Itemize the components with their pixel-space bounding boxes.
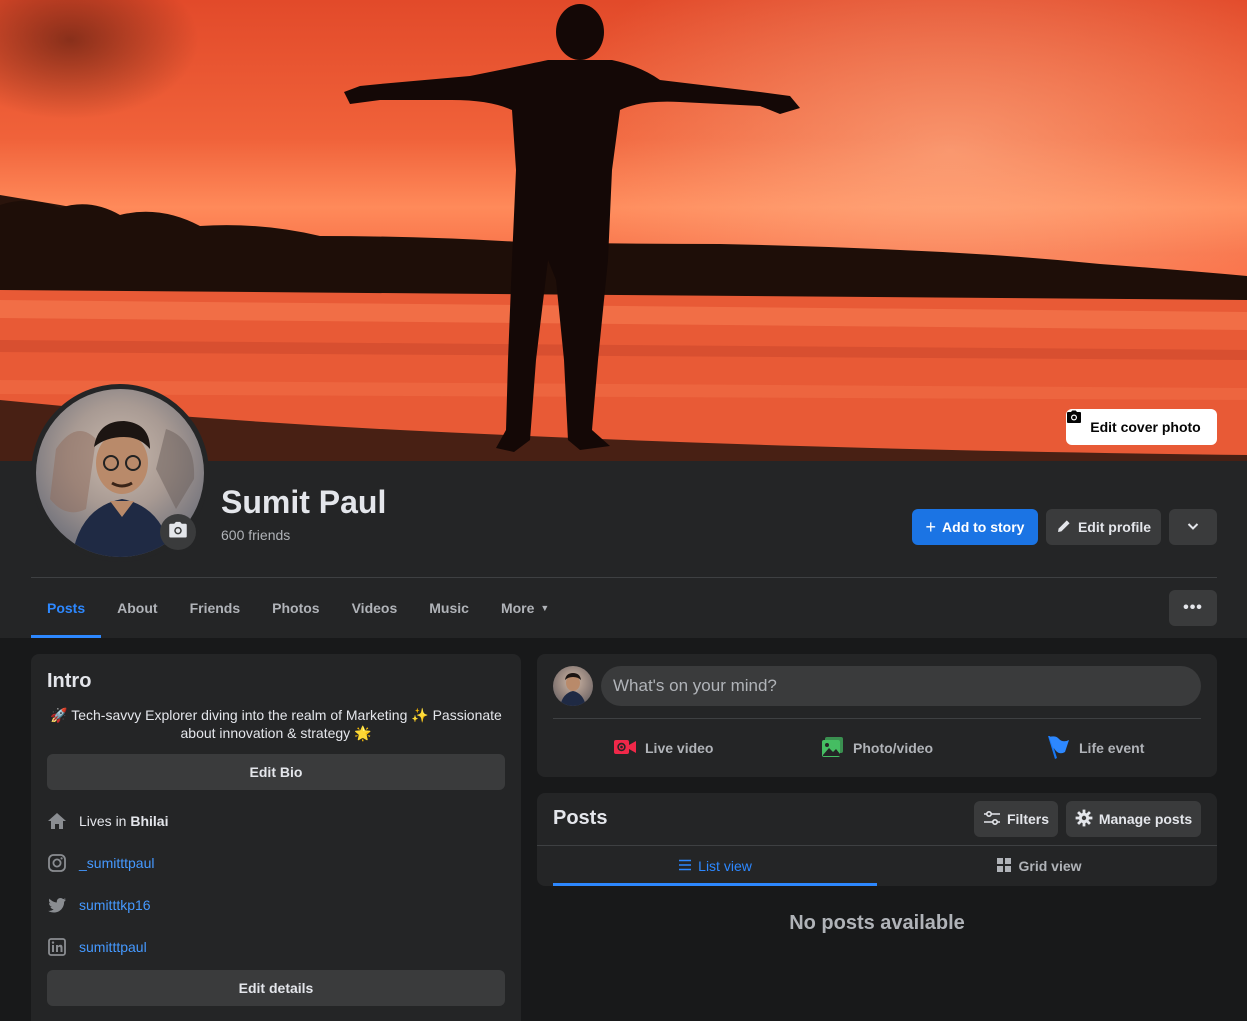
add-to-story-label: Add to story — [942, 519, 1025, 535]
composer-divider — [553, 718, 1201, 719]
update-profile-picture-button[interactable] — [160, 514, 196, 550]
edit-bio-label: Edit Bio — [249, 764, 303, 780]
lives-in-city[interactable]: Bhilai — [130, 813, 168, 829]
no-posts-message: No posts available — [789, 912, 965, 934]
manage-posts-label: Manage posts — [1098, 811, 1193, 827]
intro-card: Intro 🚀 Tech-savvy Explorer diving into … — [31, 654, 521, 1021]
grid-view-label: Grid view — [1018, 858, 1082, 874]
tab-posts[interactable]: Posts — [31, 578, 102, 638]
ellipsis-icon: ••• — [1183, 599, 1203, 616]
edit-cover-photo-button[interactable]: Edit cover photo — [1066, 409, 1217, 445]
filters-label: Filters — [1006, 811, 1049, 827]
intro-title: Intro — [47, 670, 92, 692]
lives-in-prefix: Lives in — [79, 813, 127, 829]
edit-details-label: Edit details — [238, 980, 314, 996]
tab-more[interactable]: More ▼ — [485, 578, 565, 638]
profile-tabs: Posts About Friends Photos Videos Music … — [31, 578, 565, 638]
whats-on-your-mind-input[interactable]: What's on your mind? — [601, 666, 1201, 706]
grid-view-tab[interactable]: Grid view — [877, 846, 1201, 886]
live-video-button[interactable]: Live video — [613, 730, 713, 766]
post-composer: What's on your mind? Live video Photo/vi… — [537, 654, 1217, 777]
instagram-icon — [47, 853, 67, 873]
instagram-row: _sumitttpaul — [47, 853, 154, 873]
cover-scene — [0, 4, 1247, 461]
posts-title: Posts — [553, 807, 608, 829]
flag-icon — [1045, 734, 1071, 763]
edit-profile-button[interactable]: Edit profile — [1046, 509, 1161, 545]
composer-avatar[interactable] — [553, 666, 593, 706]
tab-label: Photos — [272, 600, 320, 616]
posts-card: Posts Filters Manage posts List view Gri… — [537, 793, 1217, 886]
linkedin-row: sumitttpaul — [47, 937, 147, 957]
photo-video-label: Photo/video — [853, 740, 934, 756]
edit-bio-button[interactable]: Edit Bio — [47, 754, 505, 790]
tab-label: Friends — [189, 600, 241, 616]
life-event-label: Life event — [1079, 740, 1145, 756]
edit-cover-photo-label: Edit cover photo — [1090, 419, 1201, 435]
life-event-button[interactable]: Life event — [1045, 730, 1144, 766]
camera-icon — [168, 520, 188, 545]
add-to-story-button[interactable]: + Add to story — [912, 509, 1038, 545]
bio-line-1: 🚀 Tech-savvy Explorer diving into the re… — [50, 707, 502, 723]
list-icon — [678, 858, 692, 875]
tab-friends[interactable]: Friends — [174, 578, 257, 638]
twitter-icon — [47, 895, 67, 915]
linkedin-icon — [47, 937, 67, 957]
profile-options-dropdown[interactable] — [1169, 509, 1217, 545]
tab-music[interactable]: Music — [413, 578, 485, 638]
edit-profile-label: Edit profile — [1077, 519, 1152, 535]
bio-text: 🚀 Tech-savvy Explorer diving into the re… — [47, 706, 505, 742]
list-view-tab[interactable]: List view — [553, 846, 877, 886]
photo-icon — [821, 735, 845, 762]
tab-label: About — [117, 600, 158, 616]
bio-line-2: about innovation & strategy 🌟 — [180, 725, 372, 741]
pencil-icon — [1056, 518, 1072, 537]
tab-videos[interactable]: Videos — [336, 578, 414, 638]
list-view-label: List view — [698, 858, 752, 874]
cover-photo: Edit cover photo — [0, 0, 1247, 461]
lives-in-row: Lives in Bhilai — [47, 811, 168, 831]
home-icon — [47, 811, 67, 831]
instagram-link[interactable]: _sumitttpaul — [79, 855, 154, 871]
tab-label: More — [500, 600, 535, 616]
tab-label: Videos — [351, 600, 398, 616]
profile-name: Sumit Paul — [221, 484, 387, 520]
live-video-icon — [613, 735, 637, 762]
linkedin-link[interactable]: sumitttpaul — [79, 939, 147, 955]
live-video-label: Live video — [645, 740, 714, 756]
plus-icon: + — [925, 516, 937, 537]
tab-about[interactable]: About — [101, 578, 173, 638]
friends-count[interactable]: 600 friends — [221, 527, 290, 543]
edit-details-button[interactable]: Edit details — [47, 970, 505, 1006]
manage-posts-button[interactable]: Manage posts — [1066, 801, 1201, 837]
chevron-down-icon — [1186, 519, 1200, 536]
lives-in-text: Lives in Bhilai — [79, 813, 168, 829]
caret-down-icon: ▼ — [540, 603, 550, 613]
twitter-link[interactable]: sumitttkp16 — [79, 897, 151, 913]
gear-icon — [1075, 809, 1093, 830]
composer-placeholder: What's on your mind? — [613, 676, 777, 695]
more-options-button[interactable]: ••• — [1169, 590, 1217, 626]
photo-video-button[interactable]: Photo/video — [821, 730, 933, 766]
tab-photos[interactable]: Photos — [256, 578, 335, 638]
tab-label: Posts — [47, 600, 86, 616]
filters-icon — [983, 810, 1001, 829]
grid-icon — [996, 857, 1012, 876]
twitter-row: sumitttkp16 — [47, 895, 151, 915]
filters-button[interactable]: Filters — [974, 801, 1058, 837]
tab-label: Music — [429, 600, 469, 616]
